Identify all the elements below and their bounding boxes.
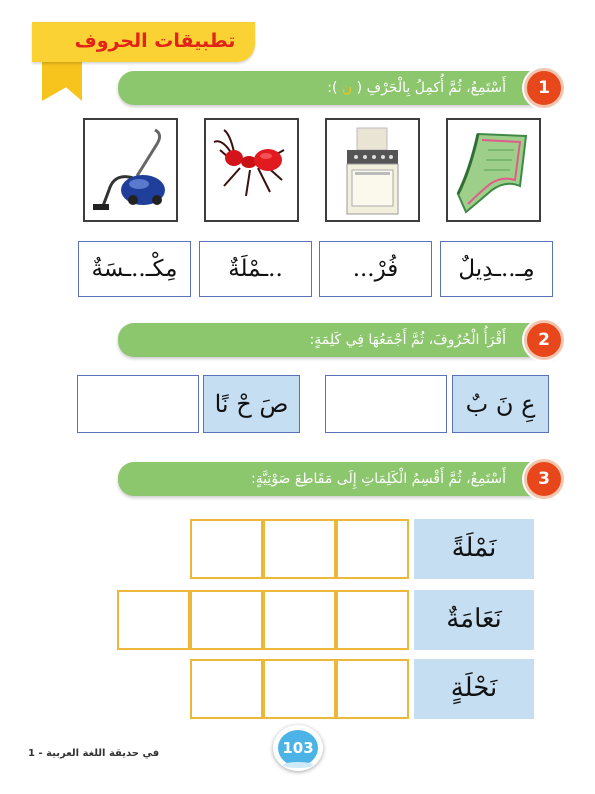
page-title: تطبيقات الحروف bbox=[74, 30, 236, 52]
exercise-1-instruction: أَسْتَمِعُ، ثُمَّ أُكمِلُ بِالْحَرْفِ ( … bbox=[327, 80, 506, 96]
exercise-3-bar: أَسْتَمِعُ، ثُمَّ أَقْسِمُ الْكَلِمَاتِ … bbox=[118, 462, 554, 496]
exercise-2-instruction: أَقْرَأُ الْحُرُوفَ، ثُمَّ أَجْمَعُهَا ف… bbox=[309, 332, 506, 348]
answer-box-1[interactable] bbox=[325, 375, 447, 433]
exercise-3-number-badge: 3 bbox=[524, 459, 564, 499]
letters-box-2: صَ حْ نًا bbox=[203, 375, 300, 433]
syllable-word-3: نَحْلَةٍ bbox=[414, 659, 534, 719]
towel-image bbox=[446, 118, 541, 222]
letters-box-1: عِ نَ بٌ bbox=[452, 375, 549, 433]
syllable-word-2: نَعَامَةٌ bbox=[414, 590, 534, 650]
syllable-cell[interactable] bbox=[263, 659, 336, 719]
syllable-cell[interactable] bbox=[263, 590, 336, 650]
syllable-cell[interactable] bbox=[190, 659, 263, 719]
syllable-cell[interactable] bbox=[263, 519, 336, 579]
word-box-ant[interactable]: ..ـمْلَةٌ bbox=[199, 241, 312, 297]
exercise-3-instruction: أَسْتَمِعُ، ثُمَّ أَقْسِمُ الْكَلِمَاتِ … bbox=[250, 471, 506, 487]
word-box-stove[interactable]: فُرْ... bbox=[319, 241, 432, 297]
exercise-1-number-badge: 1 bbox=[524, 68, 564, 108]
syllable-cell[interactable] bbox=[336, 590, 409, 650]
target-letter: ن bbox=[341, 80, 353, 96]
stove-image bbox=[325, 118, 420, 222]
syllable-cell[interactable] bbox=[336, 519, 409, 579]
page-number: 103 bbox=[278, 730, 318, 766]
vacuum-cleaner-image bbox=[83, 118, 178, 222]
exercise-2-number-badge: 2 bbox=[524, 320, 564, 360]
syllable-cell[interactable] bbox=[190, 590, 263, 650]
syllable-cell[interactable] bbox=[190, 519, 263, 579]
word-box-vacuum[interactable]: مِكْـ..ـسَةٌ bbox=[78, 241, 191, 297]
word-box-towel[interactable]: مِـ..ـدِيلٌ bbox=[440, 241, 553, 297]
syllable-cell[interactable] bbox=[336, 659, 409, 719]
answer-box-2[interactable] bbox=[77, 375, 199, 433]
syllable-word-1: نَمْلَةً bbox=[414, 519, 534, 579]
syllable-cell[interactable] bbox=[117, 590, 190, 650]
ant-image bbox=[204, 118, 299, 222]
exercise-2-bar: أَقْرَأُ الْحُرُوفَ، ثُمَّ أَجْمَعُهَا ف… bbox=[118, 323, 554, 357]
book-title: في حديقة اللغة العربية - 1 bbox=[28, 748, 160, 759]
page-number-swoosh bbox=[283, 762, 313, 768]
exercise-1-bar: أَسْتَمِعُ، ثُمَّ أُكمِلُ بِالْحَرْفِ ( … bbox=[118, 71, 554, 105]
